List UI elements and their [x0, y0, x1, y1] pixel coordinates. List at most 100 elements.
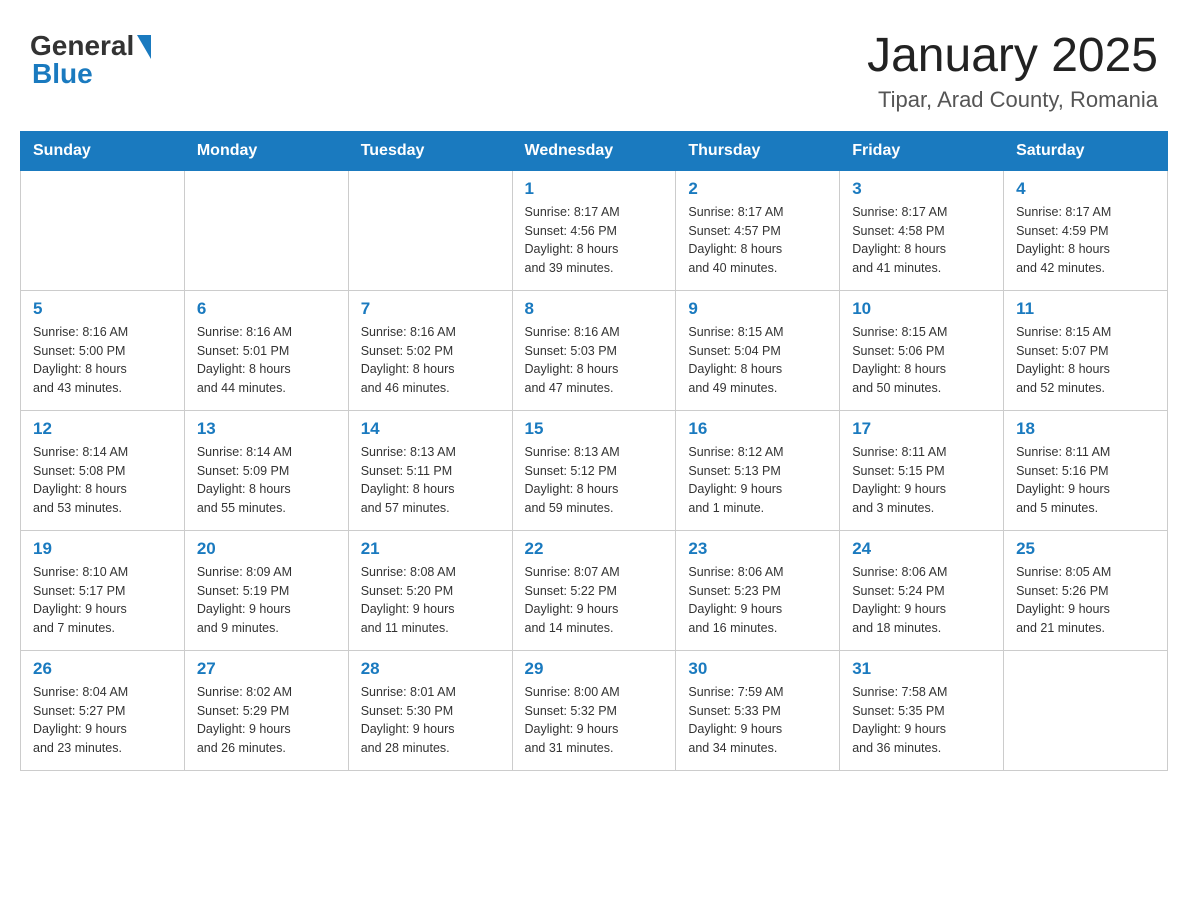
calendar-cell: 6Sunrise: 8:16 AM Sunset: 5:01 PM Daylig…: [184, 290, 348, 410]
week-row-4: 19 Sunrise: 8:10 AM Sunset: 5:17 PM Dayli…: [21, 530, 1168, 650]
calendar-cell: 4 Sunrise: 8:17 AM Sunset: 4:59 PM Daylig…: [1004, 170, 1168, 290]
calendar-cell: 31 Sunrise: 7:58 AM Sunset: 5:35 PM Dayli…: [840, 650, 1004, 770]
week-row-5: 26Sunrise: 8:04 AM Sunset: 5:27 PM Dayli…: [21, 650, 1168, 770]
logo: General Blue: [30, 30, 151, 90]
day-number: 6: [197, 299, 336, 319]
day-info: Sunrise: 8:11 AM Sunset: 5:16 PM Dayligh…: [1016, 443, 1155, 518]
day-info: Sunrise: 8:13 AM Sunset: 5:11 PM Dayligh…: [361, 443, 500, 518]
calendar-cell: 10 Sunrise: 8:15 AM Sunset: 5:06 PM Dayli…: [840, 290, 1004, 410]
day-number: 13: [197, 419, 336, 439]
day-number: 29: [525, 659, 664, 679]
day-header-row: SundayMondayTuesdayWednesdayThursdayFrid…: [21, 131, 1168, 170]
day-number: 18: [1016, 419, 1155, 439]
day-number: 8: [525, 299, 664, 319]
day-number: 22: [525, 539, 664, 559]
calendar-cell: 12 Sunrise: 8:14 AM Sunset: 5:08 PM Dayli…: [21, 410, 185, 530]
calendar-cell: [348, 170, 512, 290]
calendar-cell: 14 Sunrise: 8:13 AM Sunset: 5:11 PM Dayli…: [348, 410, 512, 530]
day-info: Sunrise: 8:01 AM Sunset: 5:30 PM Dayligh…: [361, 683, 500, 758]
day-info: Sunrise: 8:10 AM Sunset: 5:17 PM Dayligh…: [33, 563, 172, 638]
calendar-cell: 8 Sunrise: 8:16 AM Sunset: 5:03 PM Daylig…: [512, 290, 676, 410]
day-info: Sunrise: 8:15 AM Sunset: 5:06 PM Dayligh…: [852, 323, 991, 398]
day-header-wednesday: Wednesday: [512, 131, 676, 170]
title-section: January 2025 Tipar, Arad County, Romania: [867, 30, 1158, 113]
calendar-cell: 9Sunrise: 8:15 AM Sunset: 5:04 PM Daylig…: [676, 290, 840, 410]
day-number: 7: [361, 299, 500, 319]
calendar-cell: 15Sunrise: 8:13 AM Sunset: 5:12 PM Dayli…: [512, 410, 676, 530]
day-number: 23: [688, 539, 827, 559]
calendar-cell: [21, 170, 185, 290]
day-number: 27: [197, 659, 336, 679]
day-info: Sunrise: 8:09 AM Sunset: 5:19 PM Dayligh…: [197, 563, 336, 638]
calendar-cell: 26Sunrise: 8:04 AM Sunset: 5:27 PM Dayli…: [21, 650, 185, 770]
calendar-cell: 27 Sunrise: 8:02 AM Sunset: 5:29 PM Dayli…: [184, 650, 348, 770]
calendar-cell: 16 Sunrise: 8:12 AM Sunset: 5:13 PM Dayli…: [676, 410, 840, 530]
logo-triangle-icon: [137, 35, 151, 59]
day-info: Sunrise: 8:17 AM Sunset: 4:58 PM Dayligh…: [852, 203, 991, 278]
logo-blue: Blue: [30, 58, 93, 90]
day-number: 2: [688, 179, 827, 199]
week-row-1: 1 Sunrise: 8:17 AM Sunset: 4:56 PM Daylig…: [21, 170, 1168, 290]
day-number: 4: [1016, 179, 1155, 199]
calendar-cell: [184, 170, 348, 290]
day-number: 19: [33, 539, 172, 559]
day-number: 12: [33, 419, 172, 439]
day-info: Sunrise: 8:16 AM Sunset: 5:03 PM Dayligh…: [525, 323, 664, 398]
calendar-cell: 1 Sunrise: 8:17 AM Sunset: 4:56 PM Daylig…: [512, 170, 676, 290]
calendar-cell: 17Sunrise: 8:11 AM Sunset: 5:15 PM Dayli…: [840, 410, 1004, 530]
day-header-monday: Monday: [184, 131, 348, 170]
day-number: 5: [33, 299, 172, 319]
day-header-friday: Friday: [840, 131, 1004, 170]
day-info: Sunrise: 8:14 AM Sunset: 5:08 PM Dayligh…: [33, 443, 172, 518]
day-number: 20: [197, 539, 336, 559]
week-row-3: 12 Sunrise: 8:14 AM Sunset: 5:08 PM Dayli…: [21, 410, 1168, 530]
calendar-cell: [1004, 650, 1168, 770]
day-header-tuesday: Tuesday: [348, 131, 512, 170]
day-number: 9: [688, 299, 827, 319]
day-info: Sunrise: 8:14 AM Sunset: 5:09 PM Dayligh…: [197, 443, 336, 518]
day-info: Sunrise: 8:15 AM Sunset: 5:07 PM Dayligh…: [1016, 323, 1155, 398]
calendar-cell: 25 Sunrise: 8:05 AM Sunset: 5:26 PM Dayli…: [1004, 530, 1168, 650]
day-header-thursday: Thursday: [676, 131, 840, 170]
day-number: 28: [361, 659, 500, 679]
calendar-cell: 23 Sunrise: 8:06 AM Sunset: 5:23 PM Dayli…: [676, 530, 840, 650]
day-number: 30: [688, 659, 827, 679]
calendar-cell: 22 Sunrise: 8:07 AM Sunset: 5:22 PM Dayli…: [512, 530, 676, 650]
day-info: Sunrise: 8:17 AM Sunset: 4:59 PM Dayligh…: [1016, 203, 1155, 278]
day-info: Sunrise: 7:59 AM Sunset: 5:33 PM Dayligh…: [688, 683, 827, 758]
day-info: Sunrise: 7:58 AM Sunset: 5:35 PM Dayligh…: [852, 683, 991, 758]
day-info: Sunrise: 8:17 AM Sunset: 4:57 PM Dayligh…: [688, 203, 827, 278]
calendar-cell: 11Sunrise: 8:15 AM Sunset: 5:07 PM Dayli…: [1004, 290, 1168, 410]
calendar-cell: 30 Sunrise: 7:59 AM Sunset: 5:33 PM Dayli…: [676, 650, 840, 770]
day-info: Sunrise: 8:12 AM Sunset: 5:13 PM Dayligh…: [688, 443, 827, 518]
day-number: 15: [525, 419, 664, 439]
week-row-2: 5 Sunrise: 8:16 AM Sunset: 5:00 PM Daylig…: [21, 290, 1168, 410]
day-info: Sunrise: 8:02 AM Sunset: 5:29 PM Dayligh…: [197, 683, 336, 758]
day-number: 26: [33, 659, 172, 679]
day-number: 31: [852, 659, 991, 679]
day-number: 25: [1016, 539, 1155, 559]
day-info: Sunrise: 8:07 AM Sunset: 5:22 PM Dayligh…: [525, 563, 664, 638]
day-number: 3: [852, 179, 991, 199]
day-info: Sunrise: 8:17 AM Sunset: 4:56 PM Dayligh…: [525, 203, 664, 278]
calendar-cell: 5 Sunrise: 8:16 AM Sunset: 5:00 PM Daylig…: [21, 290, 185, 410]
day-number: 21: [361, 539, 500, 559]
day-info: Sunrise: 8:16 AM Sunset: 5:00 PM Dayligh…: [33, 323, 172, 398]
calendar-title: January 2025: [867, 30, 1158, 83]
day-info: Sunrise: 8:05 AM Sunset: 5:26 PM Dayligh…: [1016, 563, 1155, 638]
day-number: 10: [852, 299, 991, 319]
calendar-cell: 28 Sunrise: 8:01 AM Sunset: 5:30 PM Dayli…: [348, 650, 512, 770]
day-info: Sunrise: 8:06 AM Sunset: 5:23 PM Dayligh…: [688, 563, 827, 638]
calendar-cell: 13 Sunrise: 8:14 AM Sunset: 5:09 PM Dayli…: [184, 410, 348, 530]
day-number: 1: [525, 179, 664, 199]
calendar-cell: 19 Sunrise: 8:10 AM Sunset: 5:17 PM Dayli…: [21, 530, 185, 650]
calendar-cell: 24Sunrise: 8:06 AM Sunset: 5:24 PM Dayli…: [840, 530, 1004, 650]
calendar-cell: 3 Sunrise: 8:17 AM Sunset: 4:58 PM Daylig…: [840, 170, 1004, 290]
day-number: 17: [852, 419, 991, 439]
day-number: 14: [361, 419, 500, 439]
calendar-cell: 29 Sunrise: 8:00 AM Sunset: 5:32 PM Dayli…: [512, 650, 676, 770]
day-number: 16: [688, 419, 827, 439]
day-info: Sunrise: 8:00 AM Sunset: 5:32 PM Dayligh…: [525, 683, 664, 758]
day-info: Sunrise: 8:08 AM Sunset: 5:20 PM Dayligh…: [361, 563, 500, 638]
day-info: Sunrise: 8:16 AM Sunset: 5:02 PM Dayligh…: [361, 323, 500, 398]
